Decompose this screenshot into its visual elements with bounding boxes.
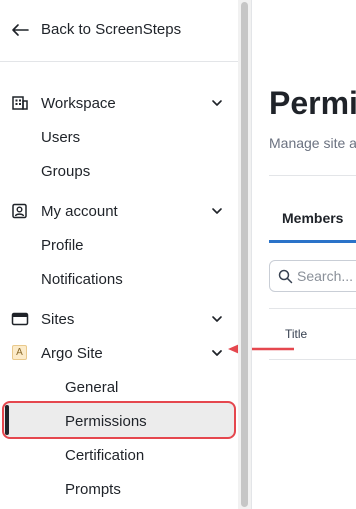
chevron-down-icon[interactable]: [211, 206, 223, 216]
building-icon: [12, 96, 28, 110]
sidebar-item-prompts[interactable]: Prompts: [0, 474, 238, 504]
sidebar-item-groups[interactable]: Groups: [0, 156, 238, 186]
sidebar-item-label: Permissions: [65, 413, 147, 430]
main-content: Permis Manage site a Members Title: [252, 0, 356, 509]
sidebar-item-label: Profile: [41, 237, 84, 254]
column-header-title[interactable]: Title: [285, 327, 307, 341]
chevron-down-icon[interactable]: [211, 314, 223, 324]
sidebar-item-label: Notifications: [41, 271, 123, 288]
sidebar-item-label: Prompts: [65, 481, 121, 498]
sidebar-item-workspace[interactable]: Workspace: [0, 88, 238, 118]
sidebar-item-users[interactable]: Users: [0, 122, 238, 152]
active-tab-underline: [269, 240, 356, 243]
chevron-down-icon[interactable]: [211, 98, 223, 108]
tab-label: Members: [282, 210, 344, 226]
sidebar-item-profile[interactable]: Profile: [0, 230, 238, 260]
sidebar-item-label: Sites: [41, 311, 75, 328]
page-subtitle: Manage site a: [269, 135, 356, 151]
tab-members[interactable]: Members: [269, 198, 356, 242]
sidebar-divider: [0, 61, 238, 62]
sidebar-item-label: Workspace: [41, 95, 116, 112]
back-to-screensteps-link[interactable]: Back to ScreenSteps: [0, 0, 238, 61]
table-header: Title: [269, 308, 356, 360]
sidebar-item-label: Users: [41, 129, 81, 146]
search-field[interactable]: [269, 260, 356, 292]
arrow-left-icon: [12, 24, 29, 36]
scrollbar-thumb[interactable]: [241, 2, 248, 507]
sidebar-item-label: Argo Site: [41, 345, 103, 362]
sidebar-item-general[interactable]: General: [0, 372, 238, 402]
sidebar-item-notifications[interactable]: Notifications: [0, 264, 238, 294]
sidebar-item-label: Groups: [41, 163, 91, 180]
header-divider: [269, 175, 356, 176]
sidebar-item-argo-site[interactable]: Argo Site: [0, 338, 238, 368]
back-label: Back to ScreenSteps: [41, 21, 182, 38]
sidebar-item-sites[interactable]: Sites: [0, 304, 238, 334]
browser-window-icon: [11, 312, 29, 326]
search-icon: [278, 269, 293, 284]
sidebar-item-permissions[interactable]: Permissions: [0, 406, 238, 436]
sidebar-item-my-account[interactable]: My account: [0, 196, 238, 226]
sidebar: Back to ScreenSteps Workspace Users Grou…: [0, 0, 238, 509]
user-card-icon: [12, 203, 27, 219]
search-input[interactable]: [297, 267, 356, 285]
sidebar-item-label: Certification: [65, 447, 145, 464]
page-title: Permis: [269, 85, 356, 121]
chevron-down-icon[interactable]: [211, 348, 223, 358]
sidebar-item-label: My account: [41, 203, 118, 220]
sidebar-item-label: General: [65, 379, 119, 396]
sidebar-scrollbar[interactable]: [238, 0, 251, 509]
sidebar-item-certification[interactable]: Certification: [0, 440, 238, 470]
